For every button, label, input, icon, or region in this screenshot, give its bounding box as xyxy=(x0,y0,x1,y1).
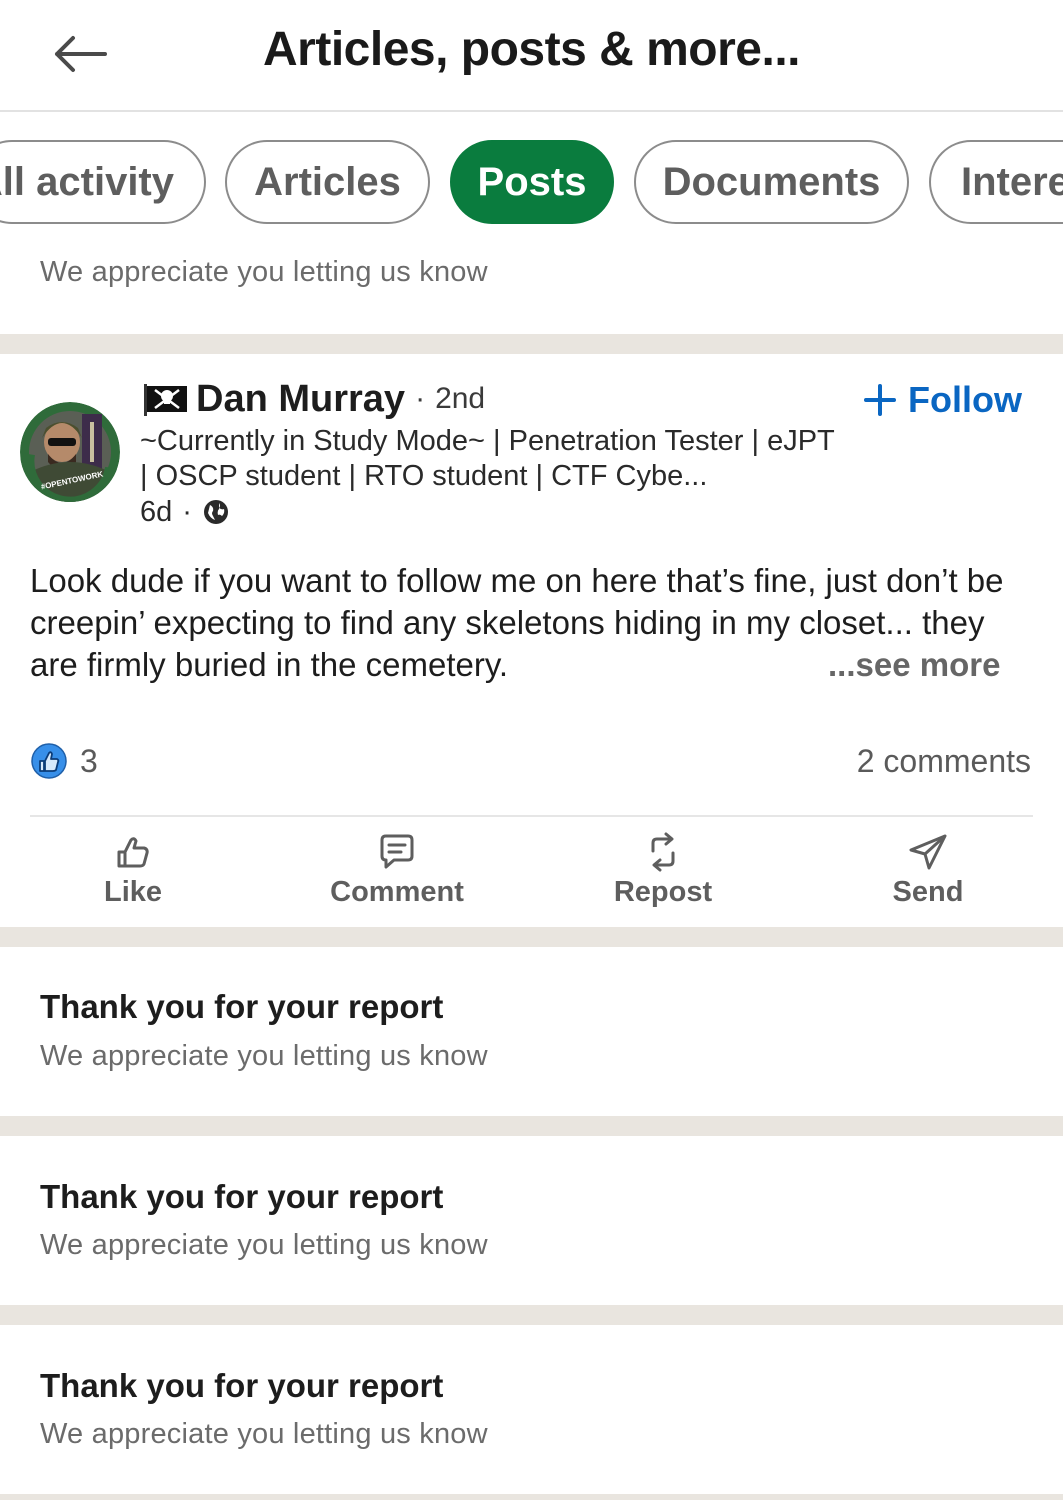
section-divider xyxy=(0,334,1063,354)
filter-pill-bar: All activity Articles Posts Documents In… xyxy=(0,140,1063,230)
report-subtitle: We appreciate you letting us know xyxy=(40,1229,488,1261)
avatar[interactable]: #OPENTOWORK xyxy=(20,402,120,502)
repost-label: Repost xyxy=(613,876,713,908)
section-divider xyxy=(0,927,1063,947)
filter-pill-label: Articles xyxy=(254,159,401,204)
reactions-summary[interactable]: 3 xyxy=(30,740,98,782)
post-meta: 6d · xyxy=(140,494,230,530)
author-name[interactable]: Dan Murray xyxy=(196,378,405,421)
page-title: Articles, posts & more... xyxy=(263,23,801,76)
section-divider xyxy=(0,1494,1063,1500)
comments-count[interactable]: 2 comments xyxy=(857,740,1031,782)
send-icon xyxy=(909,834,947,870)
post-time: 6d xyxy=(140,495,173,528)
like-button[interactable]: Like xyxy=(33,830,233,916)
repost-button[interactable]: Repost xyxy=(563,830,763,916)
author-headline: ~Currently in Study Mode~ | Penetration … xyxy=(140,425,835,492)
plus-icon xyxy=(864,384,896,416)
thumbs-up-icon xyxy=(117,837,149,868)
like-label: Like xyxy=(103,876,163,908)
report-subtitle: We appreciate you letting us know xyxy=(40,1418,488,1450)
section-divider xyxy=(0,1305,1063,1325)
comment-icon xyxy=(380,834,414,869)
reaction-count: 3 xyxy=(80,742,98,779)
filter-pill-interests[interactable]: Interests xyxy=(929,140,1063,224)
report-title: Thank you for your report xyxy=(40,1178,444,1215)
filter-pill-label: All activity xyxy=(0,159,174,204)
author-row[interactable]: Dan Murray · 2nd xyxy=(142,376,485,422)
time-separator: · xyxy=(182,495,192,528)
pirate-flag-icon xyxy=(144,384,187,416)
report-notice-subtitle: We appreciate you letting us know xyxy=(40,256,488,288)
filter-pill-label: Posts xyxy=(477,159,587,204)
follow-label: Follow xyxy=(908,379,1022,420)
follow-button[interactable]: Follow xyxy=(862,376,1022,424)
like-reaction-icon xyxy=(31,743,67,779)
send-button[interactable]: Send xyxy=(828,830,1028,916)
see-more-link[interactable]: ...see more xyxy=(828,644,1000,686)
report-subtitle: We appreciate you letting us know xyxy=(40,1040,488,1072)
comment-button[interactable]: Comment xyxy=(297,830,497,916)
section-divider xyxy=(0,1116,1063,1136)
filter-pill-label: Documents xyxy=(662,159,881,204)
degree-separator: · xyxy=(415,382,426,415)
filter-pill-all-activity[interactable]: All activity xyxy=(0,140,206,224)
repost-icon xyxy=(651,832,675,872)
filter-pill-articles[interactable]: Articles xyxy=(225,140,430,224)
send-label: Send xyxy=(892,876,964,908)
top-app-bar: Articles, posts & more... xyxy=(0,0,1063,112)
filter-pill-posts[interactable]: Posts xyxy=(450,140,614,224)
report-title: Thank you for your report xyxy=(40,988,444,1025)
action-bar-divider xyxy=(30,815,1033,817)
globe-icon xyxy=(203,500,228,524)
connection-degree: 2nd xyxy=(435,382,486,415)
comment-label: Comment xyxy=(330,876,464,908)
report-title: Thank you for your report xyxy=(40,1367,444,1404)
filter-pill-label: Interests xyxy=(961,159,1063,204)
filter-pill-documents[interactable]: Documents xyxy=(634,140,909,224)
